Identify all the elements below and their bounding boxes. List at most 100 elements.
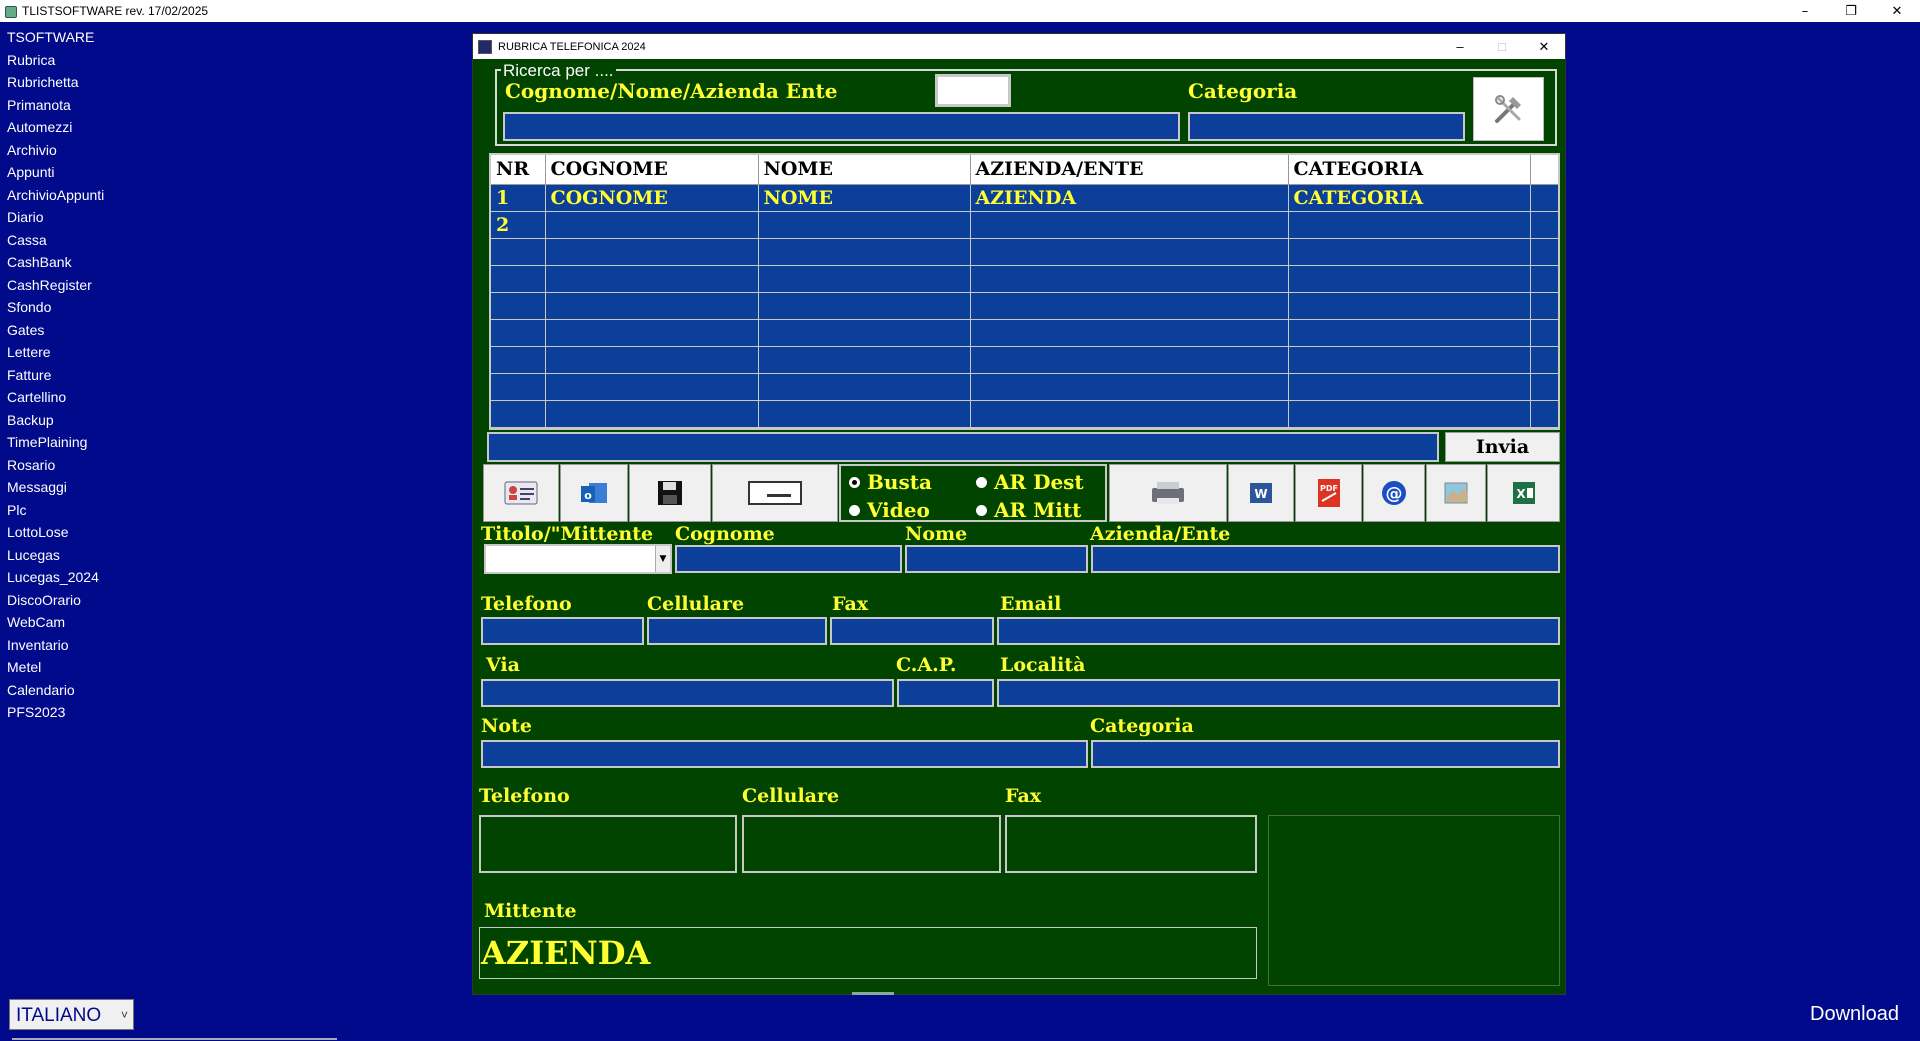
map-icon (1444, 482, 1468, 504)
menu-item-sfondo[interactable]: Sfondo (0, 296, 200, 319)
excel-button[interactable]: X (1487, 464, 1560, 522)
send-button[interactable]: Invia (1445, 432, 1560, 462)
grid-column-header[interactable]: NR (491, 155, 546, 185)
table-row[interactable] (491, 292, 1558, 320)
outlook-button[interactable]: o (560, 464, 628, 522)
menu-item-metel[interactable]: Metel (0, 656, 200, 679)
menu-item-cassa[interactable]: Cassa (0, 229, 200, 252)
rubrica-close-button[interactable]: ✕ (1523, 34, 1565, 59)
menu-item-inventario[interactable]: Inventario (0, 634, 200, 657)
table-row[interactable] (491, 373, 1558, 401)
restore-button[interactable]: ❐ (1828, 0, 1874, 22)
pdf-button[interactable]: PDF (1295, 464, 1362, 522)
menu-item-lucegas-2024[interactable]: Lucegas_2024 (0, 566, 200, 589)
menu-item-automezzi[interactable]: Automezzi (0, 116, 200, 139)
menu-item-lucegas[interactable]: Lucegas (0, 544, 200, 567)
save-button[interactable] (629, 464, 711, 522)
radio-ar-mitt[interactable]: AR Mitt (976, 498, 1081, 522)
table-cell (1530, 265, 1558, 293)
email-field[interactable] (997, 617, 1560, 645)
menu-item-cashregister[interactable]: CashRegister (0, 274, 200, 297)
nome-field[interactable] (905, 545, 1088, 573)
menu-item-gates[interactable]: Gates (0, 319, 200, 342)
search-input[interactable] (503, 112, 1180, 141)
telefono-field[interactable] (481, 617, 644, 645)
menu-item-diario[interactable]: Diario (0, 206, 200, 229)
minimize-button[interactable]: – (1782, 0, 1828, 22)
fax-field[interactable] (830, 617, 994, 645)
menu-item-timeplaining[interactable]: TimePlaining (0, 431, 200, 454)
menu-item-archivioappunti[interactable]: ArchivioAppunti (0, 184, 200, 207)
via-label: Via (486, 654, 520, 676)
table-row[interactable] (491, 346, 1558, 374)
cognome-field[interactable] (675, 545, 902, 573)
radio-ar-dest[interactable]: AR Dest (976, 470, 1084, 494)
titolo-select[interactable]: ▼ (484, 544, 672, 574)
radio-busta[interactable]: Busta (849, 470, 932, 494)
menu-item-lottolose[interactable]: LottoLose (0, 521, 200, 544)
menu-item-tsoftware[interactable]: TSOFTWARE (0, 26, 200, 49)
table-row[interactable] (491, 265, 1558, 293)
menu-item-messaggi[interactable]: Messaggi (0, 476, 200, 499)
azienda-field[interactable] (1091, 545, 1560, 573)
contact-card-button[interactable] (483, 464, 559, 522)
table-cell (491, 373, 546, 401)
menu-item-cashbank[interactable]: CashBank (0, 251, 200, 274)
table-cell (491, 265, 546, 293)
categoria-field[interactable] (1091, 740, 1560, 768)
svg-text:@: @ (1386, 484, 1403, 504)
close-button[interactable]: ✕ (1874, 0, 1920, 22)
menu-item-discoorario[interactable]: DiscoOrario (0, 589, 200, 612)
table-row[interactable]: 2 (491, 211, 1558, 239)
menu-item-fatture[interactable]: Fatture (0, 364, 200, 387)
table-row[interactable] (491, 238, 1558, 266)
radio-video[interactable]: Video (849, 498, 930, 522)
cellulare-field[interactable] (647, 617, 827, 645)
language-select[interactable]: ITALIANO ˅ (9, 999, 134, 1030)
search-toggle-button[interactable] (935, 74, 1011, 107)
menu-item-backup[interactable]: Backup (0, 409, 200, 432)
menu-item-appunti[interactable]: Appunti (0, 161, 200, 184)
menu-item-rosario[interactable]: Rosario (0, 454, 200, 477)
radio-ar-dest-label: AR Dest (994, 470, 1084, 494)
menu-item-calendario[interactable]: Calendario (0, 679, 200, 702)
note-field[interactable] (481, 740, 1088, 768)
app-icon (4, 4, 18, 18)
menu-item-plc[interactable]: Plc (0, 499, 200, 522)
rubrica-minimize-button[interactable]: – (1439, 34, 1481, 59)
cellulare-display (742, 815, 1001, 873)
menu-item-rubrichetta[interactable]: Rubrichetta (0, 71, 200, 94)
cap-field[interactable] (897, 679, 994, 707)
menu-item-archivio[interactable]: Archivio (0, 139, 200, 162)
resize-handle[interactable] (852, 992, 894, 995)
azienda-label: Azienda/Ente (1090, 523, 1231, 545)
search-category-input[interactable] (1188, 112, 1465, 141)
grid-column-header[interactable]: AZIENDA/ENTE (970, 155, 1289, 185)
menu-item-webcam[interactable]: WebCam (0, 611, 200, 634)
table-cell (1288, 238, 1531, 266)
localita-field[interactable] (997, 679, 1560, 707)
envelope-button[interactable] (712, 464, 838, 522)
word-button[interactable]: W (1228, 464, 1294, 522)
send-input[interactable] (487, 432, 1439, 462)
email-button[interactable]: @ (1363, 464, 1425, 522)
print-button[interactable] (1109, 464, 1227, 522)
table-row[interactable] (491, 319, 1558, 347)
grid-column-header[interactable]: COGNOME (545, 155, 759, 185)
menu-item-rubrica[interactable]: Rubrica (0, 49, 200, 72)
menu-item-cartellino[interactable]: Cartellino (0, 386, 200, 409)
table-row[interactable]: 1 COGNOME NOME AZIENDA CATEGORIA (491, 184, 1558, 212)
map-button[interactable] (1426, 464, 1486, 522)
excel-icon: X (1512, 482, 1535, 504)
table-row[interactable] (491, 400, 1558, 428)
grid-column-header[interactable]: CATEGORIA (1288, 155, 1531, 185)
menu-item-pfs2023[interactable]: PFS2023 (0, 701, 200, 724)
via-field[interactable] (481, 679, 894, 707)
tools-button[interactable] (1473, 77, 1544, 141)
menu-item-lettere[interactable]: Lettere (0, 341, 200, 364)
download-link[interactable]: Download (1810, 1003, 1899, 1026)
menu-item-primanota[interactable]: Primanota (0, 94, 200, 117)
contacts-grid[interactable]: NR COGNOME NOME AZIENDA/ENTE CATEGORIA 1 COGN… (489, 153, 1560, 430)
mittente-display: AZIENDA (479, 927, 1257, 979)
grid-column-header[interactable]: NOME (758, 155, 971, 185)
